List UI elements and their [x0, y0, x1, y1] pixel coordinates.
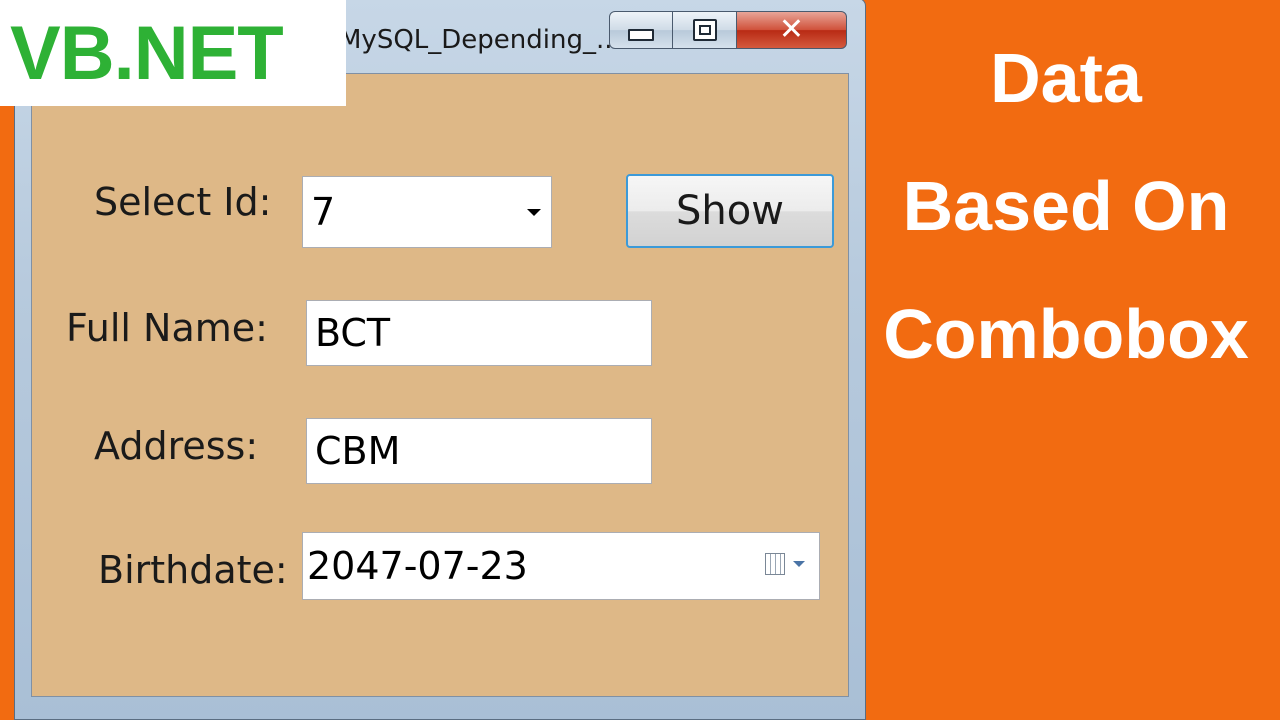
full-name-label: Full Name: — [66, 306, 268, 350]
minimize-button[interactable] — [609, 11, 673, 49]
full-name-field[interactable]: BCT — [306, 300, 652, 366]
calendar-icon[interactable] — [765, 553, 785, 575]
address-field[interactable]: CBM — [306, 418, 652, 484]
select-id-value: 7 — [311, 190, 336, 234]
address-label: Address: — [94, 424, 259, 468]
form-client-area: Select Id: 7 Show Full Name: BCT Address… — [31, 73, 849, 697]
close-icon: ✕ — [778, 12, 805, 47]
caption-buttons: ✕ — [609, 11, 847, 49]
chevron-down-icon[interactable] — [527, 209, 541, 216]
minimize-icon — [628, 29, 654, 41]
select-id-combobox[interactable]: 7 — [302, 176, 552, 248]
maximize-button[interactable] — [673, 11, 737, 49]
maximize-icon — [692, 19, 717, 41]
headline-line-1: Data — [990, 39, 1142, 117]
birthdate-value: 2047-07-23 — [307, 544, 528, 588]
app-window: MySQL_Depending_... ✕ Select Id: 7 Show … — [14, 0, 866, 720]
headline: Data Based On Combobox — [852, 14, 1280, 398]
address-value: CBM — [315, 429, 401, 473]
window-title: MySQL_Depending_... — [339, 25, 621, 55]
close-button[interactable]: ✕ — [737, 11, 847, 49]
headline-line-2: Based On — [902, 167, 1230, 245]
birthdate-label: Birthdate: — [98, 548, 288, 592]
full-name-value: BCT — [315, 311, 391, 355]
select-id-label: Select Id: — [94, 180, 272, 224]
headline-line-3: Combobox — [883, 295, 1249, 373]
brand-logo-text: VB.NET — [10, 10, 284, 96]
brand-banner: VB.NET — [0, 0, 346, 106]
show-button[interactable]: Show — [626, 174, 834, 248]
birthdate-picker[interactable]: 2047-07-23 — [302, 532, 820, 600]
chevron-down-icon[interactable] — [793, 561, 805, 567]
